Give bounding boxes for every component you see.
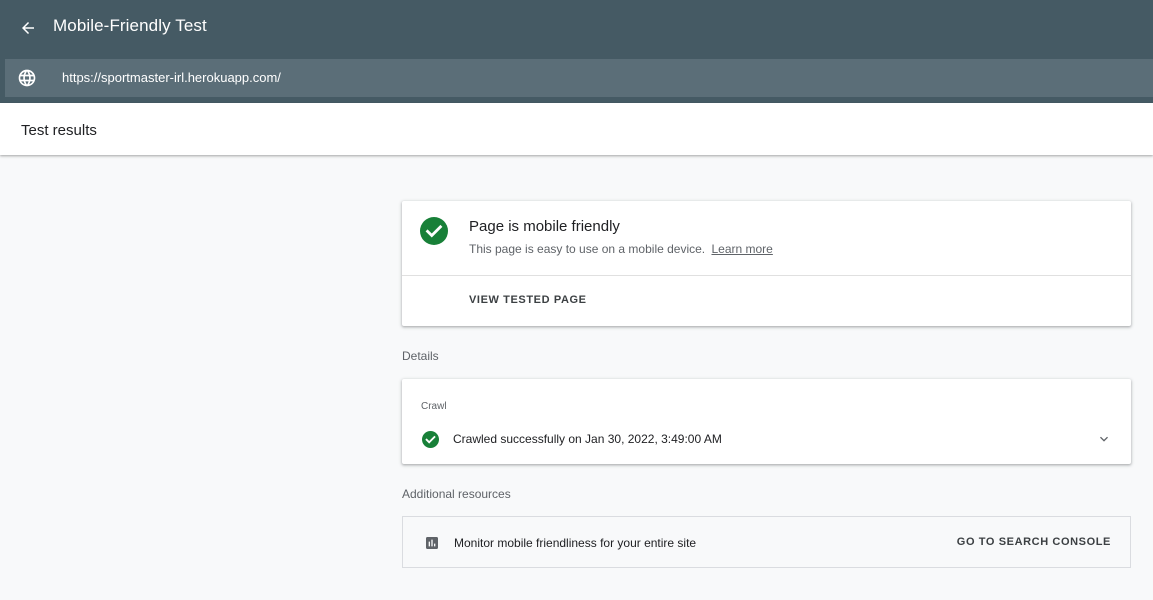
url-input[interactable]: https://sportmaster-irl.herokuapp.com/ [62,70,281,85]
url-bar[interactable]: https://sportmaster-irl.herokuapp.com/ [5,59,1153,97]
back-button[interactable] [14,14,42,42]
view-tested-page-button[interactable]: VIEW TESTED PAGE [469,294,587,306]
bar-chart-icon [426,537,438,549]
chevron-down-icon[interactable] [1096,431,1112,447]
details-label: Details [402,349,439,363]
globe-icon [18,69,36,87]
app-title: Mobile-Friendly Test [53,16,207,35]
app-header: Mobile-Friendly Test https://sportmaster… [0,0,1153,103]
additional-resources-label: Additional resources [402,487,511,501]
arrow-back-icon [22,22,34,34]
subheader: Test results [0,103,1153,155]
divider [402,275,1131,276]
crawl-status-text: Crawled successfully on Jan 30, 2022, 3:… [453,432,722,446]
go-to-search-console-button[interactable]: GO TO SEARCH CONSOLE [957,536,1111,548]
result-title: Page is mobile friendly [469,218,620,235]
resource-item: Monitor mobile friendliness for your ent… [402,516,1131,568]
crawl-card[interactable]: Crawl Crawled successfully on Jan 30, 20… [402,379,1131,464]
check-circle-icon [420,217,448,245]
learn-more-link[interactable]: Learn more [711,242,772,256]
result-card: Page is mobile friendly This page is eas… [402,201,1131,326]
page-title: Test results [21,122,97,139]
result-description: This page is easy to use on a mobile dev… [469,242,773,256]
check-circle-icon [422,431,439,448]
result-description-text: This page is easy to use on a mobile dev… [469,242,706,256]
resource-text: Monitor mobile friendliness for your ent… [454,536,697,550]
crawl-label: Crawl [421,401,447,412]
